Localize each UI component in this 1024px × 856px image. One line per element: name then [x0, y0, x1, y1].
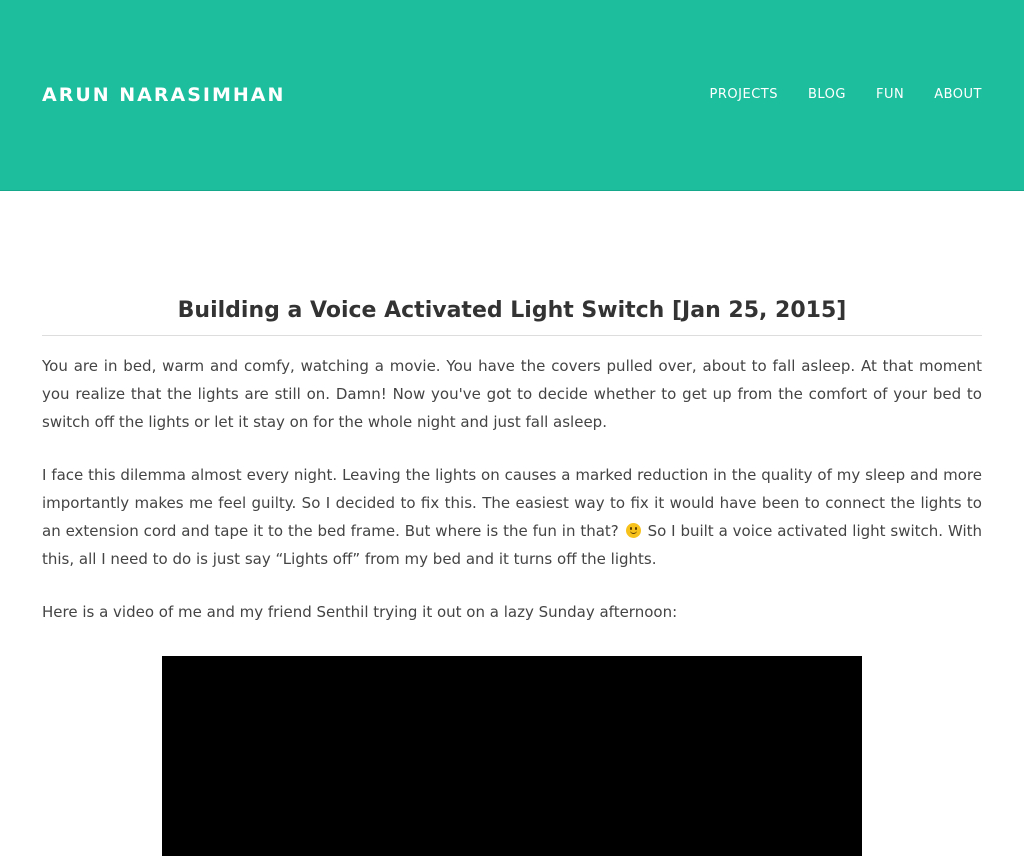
site-header: ARUN NARASIMHAN PROJECTS BLOG FUN ABOUT	[0, 0, 1024, 191]
post-content: Building a Voice Activated Light Switch …	[42, 192, 982, 856]
site-title-link[interactable]: ARUN NARASIMHAN	[42, 84, 285, 106]
nav-link-about[interactable]: ABOUT	[934, 87, 982, 102]
post-paragraph: You are in bed, warm and comfy, watching…	[42, 357, 982, 431]
nav-link-blog[interactable]: BLOG	[808, 87, 846, 102]
main-nav: PROJECTS BLOG FUN ABOUT	[710, 87, 982, 102]
post-body: You are in bed, warm and comfy, watching…	[42, 352, 982, 626]
video-player[interactable]	[162, 656, 862, 856]
post-paragraph: Here is a video of me and my friend Sent…	[42, 603, 678, 621]
post-title: Building a Voice Activated Light Switch …	[42, 298, 982, 336]
post-paragraph: I face this dilemma almost every night. …	[42, 461, 982, 573]
smiley-face-icon	[625, 523, 641, 538]
nav-link-projects[interactable]: PROJECTS	[710, 87, 778, 102]
nav-link-fun[interactable]: FUN	[876, 87, 904, 102]
